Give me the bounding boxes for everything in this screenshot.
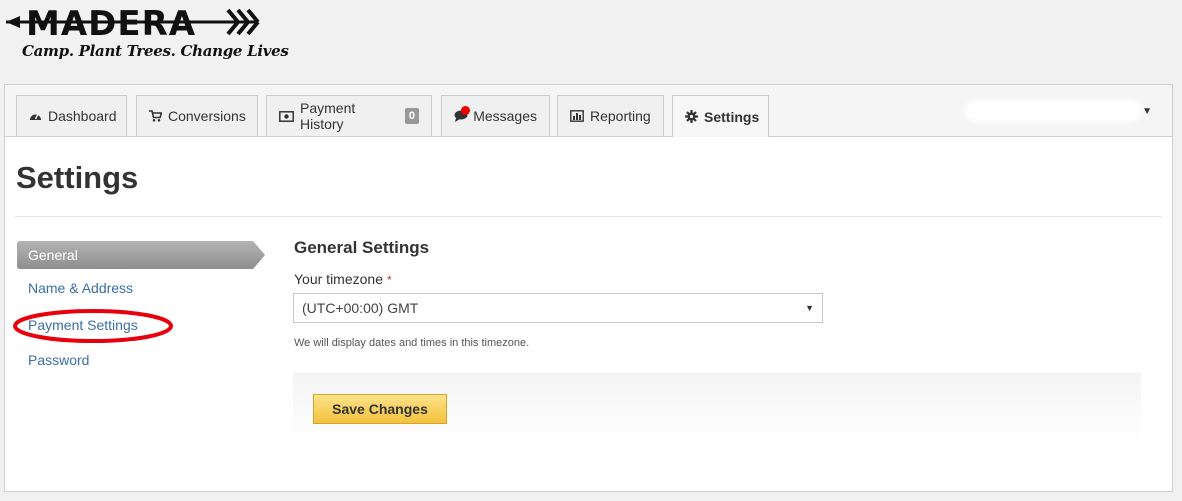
comment-icon — [454, 106, 470, 124]
tab-settings[interactable]: Settings — [672, 95, 769, 137]
save-changes-button[interactable]: Save Changes — [313, 394, 447, 424]
redacted-user-name — [968, 104, 1139, 118]
title-divider — [15, 216, 1162, 217]
notification-dot — [461, 106, 470, 115]
sidebar-item-label: General — [28, 247, 78, 263]
sidebar-item-general[interactable]: General — [17, 241, 265, 269]
form-actions: Save Changes — [293, 373, 1141, 444]
tab-label: Dashboard — [48, 108, 117, 124]
tab-conversions[interactable]: Conversions — [136, 95, 258, 136]
user-menu[interactable]: ▼ — [952, 101, 1152, 121]
bar-chart-icon — [570, 110, 584, 122]
timezone-value: (UTC+00:00) GMT — [302, 300, 419, 316]
tab-label: Settings — [704, 108, 760, 125]
main-panel: Dashboard Conversions Payment History 0 … — [4, 84, 1173, 492]
tab-label: Payment History — [300, 100, 356, 132]
sidebar-item-password[interactable]: Password — [28, 352, 89, 368]
money-icon — [279, 110, 294, 122]
section-title: General Settings — [294, 238, 430, 257]
payment-count-badge: 0 — [404, 108, 419, 124]
logo-text: MADERA — [26, 4, 196, 44]
tab-label: Reporting — [590, 108, 651, 124]
sidebar-item-payment-settings[interactable]: Payment Settings — [28, 317, 138, 333]
required-marker: * — [386, 273, 392, 287]
dashboard-icon — [29, 110, 42, 122]
tab-label: Conversions — [168, 108, 246, 124]
logo-tagline: Camp. Plant Trees. Change Lives — [22, 42, 289, 60]
tab-payment-history[interactable]: Payment History 0 — [266, 95, 432, 136]
gear-icon — [685, 110, 698, 123]
timezone-label: Your timezone * — [294, 271, 392, 287]
tab-label: Messages — [473, 108, 537, 124]
page-title: Settings — [16, 160, 139, 195]
navigation-bar: Dashboard Conversions Payment History 0 … — [5, 85, 1172, 137]
timezone-select[interactable]: (UTC+00:00) GMT ▼ — [293, 293, 823, 323]
tab-reporting[interactable]: Reporting — [557, 95, 664, 136]
cart-icon — [149, 110, 162, 122]
tab-messages[interactable]: Messages — [441, 95, 550, 136]
sidebar-item-name-address[interactable]: Name & Address — [28, 280, 133, 296]
caret-down-icon: ▼ — [1142, 105, 1152, 117]
timezone-help-text: We will display dates and times in this … — [294, 337, 530, 349]
select-caret-icon: ▼ — [805, 303, 814, 313]
tab-dashboard[interactable]: Dashboard — [16, 95, 127, 136]
timezone-label-text: Your timezone — [294, 271, 383, 287]
